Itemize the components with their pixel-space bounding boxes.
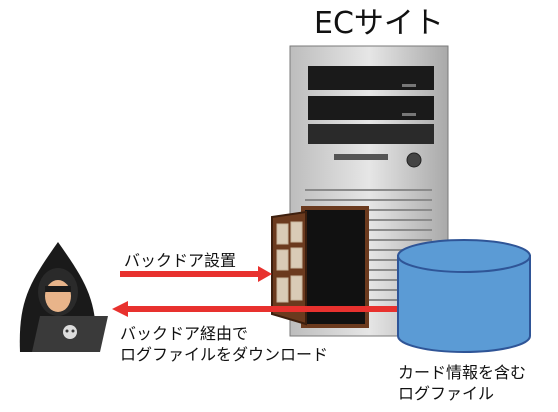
download-label-line1: バックドア経由で (120, 324, 249, 343)
download-label-line2: ログファイルをダウンロード (120, 345, 329, 364)
database-label-line1: カード情報を含む (398, 363, 527, 382)
site-title: ECサイト (314, 6, 444, 41)
install-label: バックドア設置 (124, 251, 237, 270)
database-icon (397, 239, 531, 353)
database-label-line2: ログファイル (398, 384, 495, 403)
hacker-icon (19, 242, 108, 352)
